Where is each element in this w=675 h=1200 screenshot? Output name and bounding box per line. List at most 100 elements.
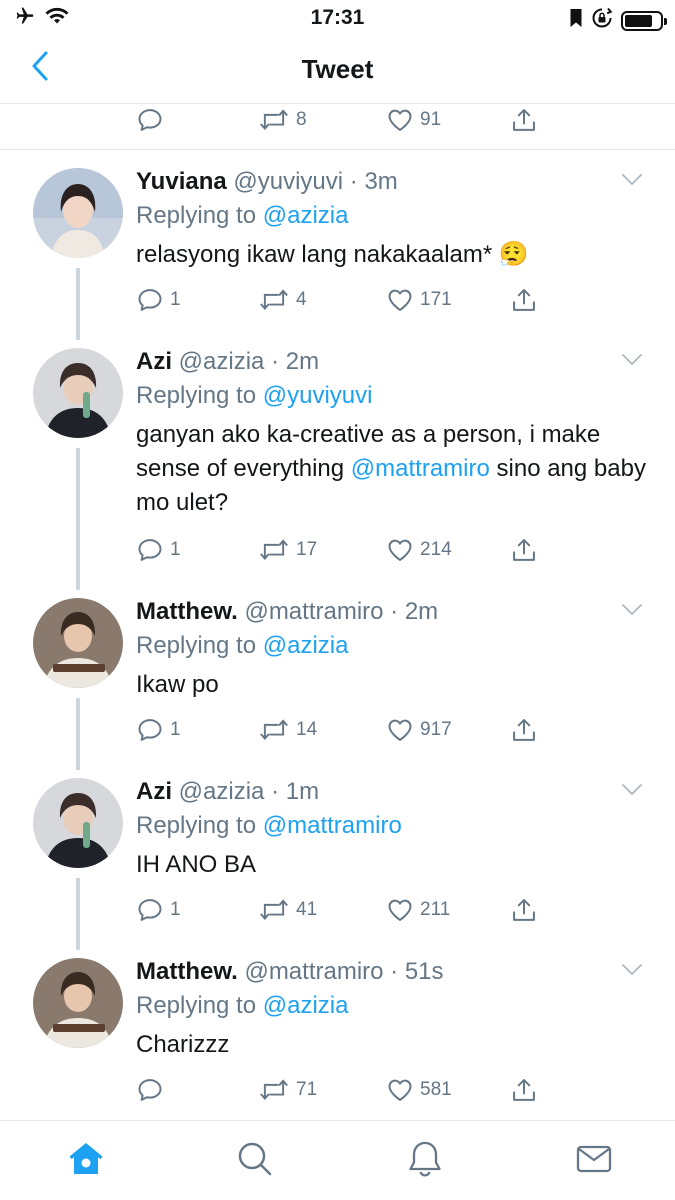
retweet-button[interactable]: 8 [258,104,307,136]
display-name[interactable]: Yuviana [136,168,227,195]
mention-link[interactable]: @mattramiro [263,812,402,839]
retweet-icon [258,536,290,564]
timestamp: 1m [285,778,320,805]
tweet-text: Ikaw po [136,671,219,698]
mention-link[interactable]: @azizia [263,632,349,659]
rotation-lock-icon [591,7,613,34]
tweet-text: relasyong ikaw lang nakakaalam* 😮‍💨 [136,241,529,268]
avatar[interactable] [33,348,123,438]
messages-icon [576,1145,612,1173]
display-name[interactable]: Azi [136,348,172,375]
retweet-button[interactable]: 41 [258,894,317,926]
like-button[interactable]: 917 [386,714,452,746]
share-icon [510,106,538,134]
status-bar: 17:31 [0,0,675,36]
nav-header: Tweet [0,36,675,104]
timestamp: 2m [404,598,439,625]
share-icon [510,1076,538,1104]
like-button[interactable]: 214 [386,534,452,566]
share-icon [510,536,538,564]
share-button[interactable] [510,284,538,316]
avatar[interactable] [33,958,123,1048]
retweet-button[interactable]: 4 [258,284,307,316]
retweet-button[interactable]: 71 [258,1074,317,1106]
home-icon [69,1143,103,1174]
mention-link[interactable]: @azizia [263,202,349,229]
reply-count: 1 [170,289,181,310]
like-button[interactable]: 211 [386,894,450,926]
heart-icon [386,1076,414,1104]
display-name[interactable]: Matthew. [136,958,238,985]
reply-button[interactable]: 1 [136,284,181,316]
reply-button[interactable]: 1 [136,894,181,926]
timestamp: 2m [285,348,320,375]
replying-to: Replying to @azizia [136,992,349,1019]
reply-tweet-5[interactable]: Matthew. @mattramiro · 51s Replying to @… [0,958,675,1118]
handle[interactable]: @azizia [179,778,265,805]
reply-icon [136,286,164,314]
tweet-options-button[interactable] [620,352,644,372]
notifications-icon [409,1141,441,1177]
reply-button[interactable] [136,104,170,136]
mention-link[interactable]: @azizia [263,992,349,1019]
tweet-text: ganyan ako ka-creative as a person, i ma… [136,421,646,516]
display-name[interactable]: Matthew. [136,598,238,625]
tab-home[interactable] [64,1137,108,1181]
heart-icon [386,716,414,744]
tab-bar [0,1120,675,1200]
tab-notifications[interactable] [403,1137,447,1181]
handle[interactable]: @azizia [179,348,265,375]
tab-search[interactable] [233,1137,277,1181]
heart-icon [386,896,414,924]
reply-button[interactable]: 1 [136,714,181,746]
handle[interactable]: @yuviyuvi [233,168,343,195]
reply-tweet-4[interactable]: Azi @azizia · 1m Replying to @mattramiro… [0,778,675,958]
retweet-count: 14 [296,719,318,740]
search-icon [238,1142,272,1176]
retweet-count: 41 [296,899,318,920]
share-button[interactable] [510,894,538,926]
tweet-text: IH ANO BA [136,851,257,878]
share-button[interactable] [510,714,538,746]
display-name[interactable]: Azi [136,778,172,805]
retweet-button[interactable]: 17 [258,534,317,566]
share-button[interactable] [510,104,538,136]
retweet-icon [258,716,290,744]
reply-count: 1 [170,899,181,920]
avatar[interactable] [33,598,123,688]
chevron-down-icon [620,782,644,798]
tweet-options-button[interactable] [620,962,644,982]
reply-button[interactable]: 1 [136,534,181,566]
mention-link[interactable]: @mattramiro [351,455,490,482]
retweet-count: 17 [296,539,318,560]
share-button[interactable] [510,1074,538,1106]
like-button[interactable]: 91 [386,104,441,136]
tweet-options-button[interactable] [620,782,644,802]
like-button[interactable]: 171 [386,284,452,316]
reply-icon [136,716,164,744]
avatar[interactable] [33,778,123,868]
chevron-down-icon [620,962,644,978]
reply-button[interactable] [136,1074,170,1106]
reply-tweet-2[interactable]: Azi @azizia · 2m Replying to @yuviyuvi g… [0,348,675,598]
like-count: 917 [420,719,452,740]
mention-link[interactable]: @yuviyuvi [263,382,373,409]
heart-icon [386,536,414,564]
like-button[interactable]: 581 [386,1074,452,1106]
share-button[interactable] [510,534,538,566]
handle[interactable]: @mattramiro [244,958,383,985]
tab-messages[interactable] [572,1137,616,1181]
handle[interactable]: @mattramiro [244,598,383,625]
retweet-button[interactable]: 14 [258,714,317,746]
reply-tweet-3[interactable]: Matthew. @mattramiro · 2m Replying to @a… [0,598,675,778]
share-icon [510,286,538,314]
avatar[interactable] [33,168,123,258]
replying-to: Replying to @yuviyuvi [136,382,373,409]
retweet-count: 71 [296,1079,318,1100]
tweet-options-button[interactable] [620,602,644,622]
tweet-options-button[interactable] [620,172,644,192]
retweet-icon [258,896,290,924]
share-icon [510,716,538,744]
reply-tweet-1[interactable]: Yuviana @yuviyuvi · 3m Replying to @aziz… [0,168,675,348]
share-icon [510,896,538,924]
